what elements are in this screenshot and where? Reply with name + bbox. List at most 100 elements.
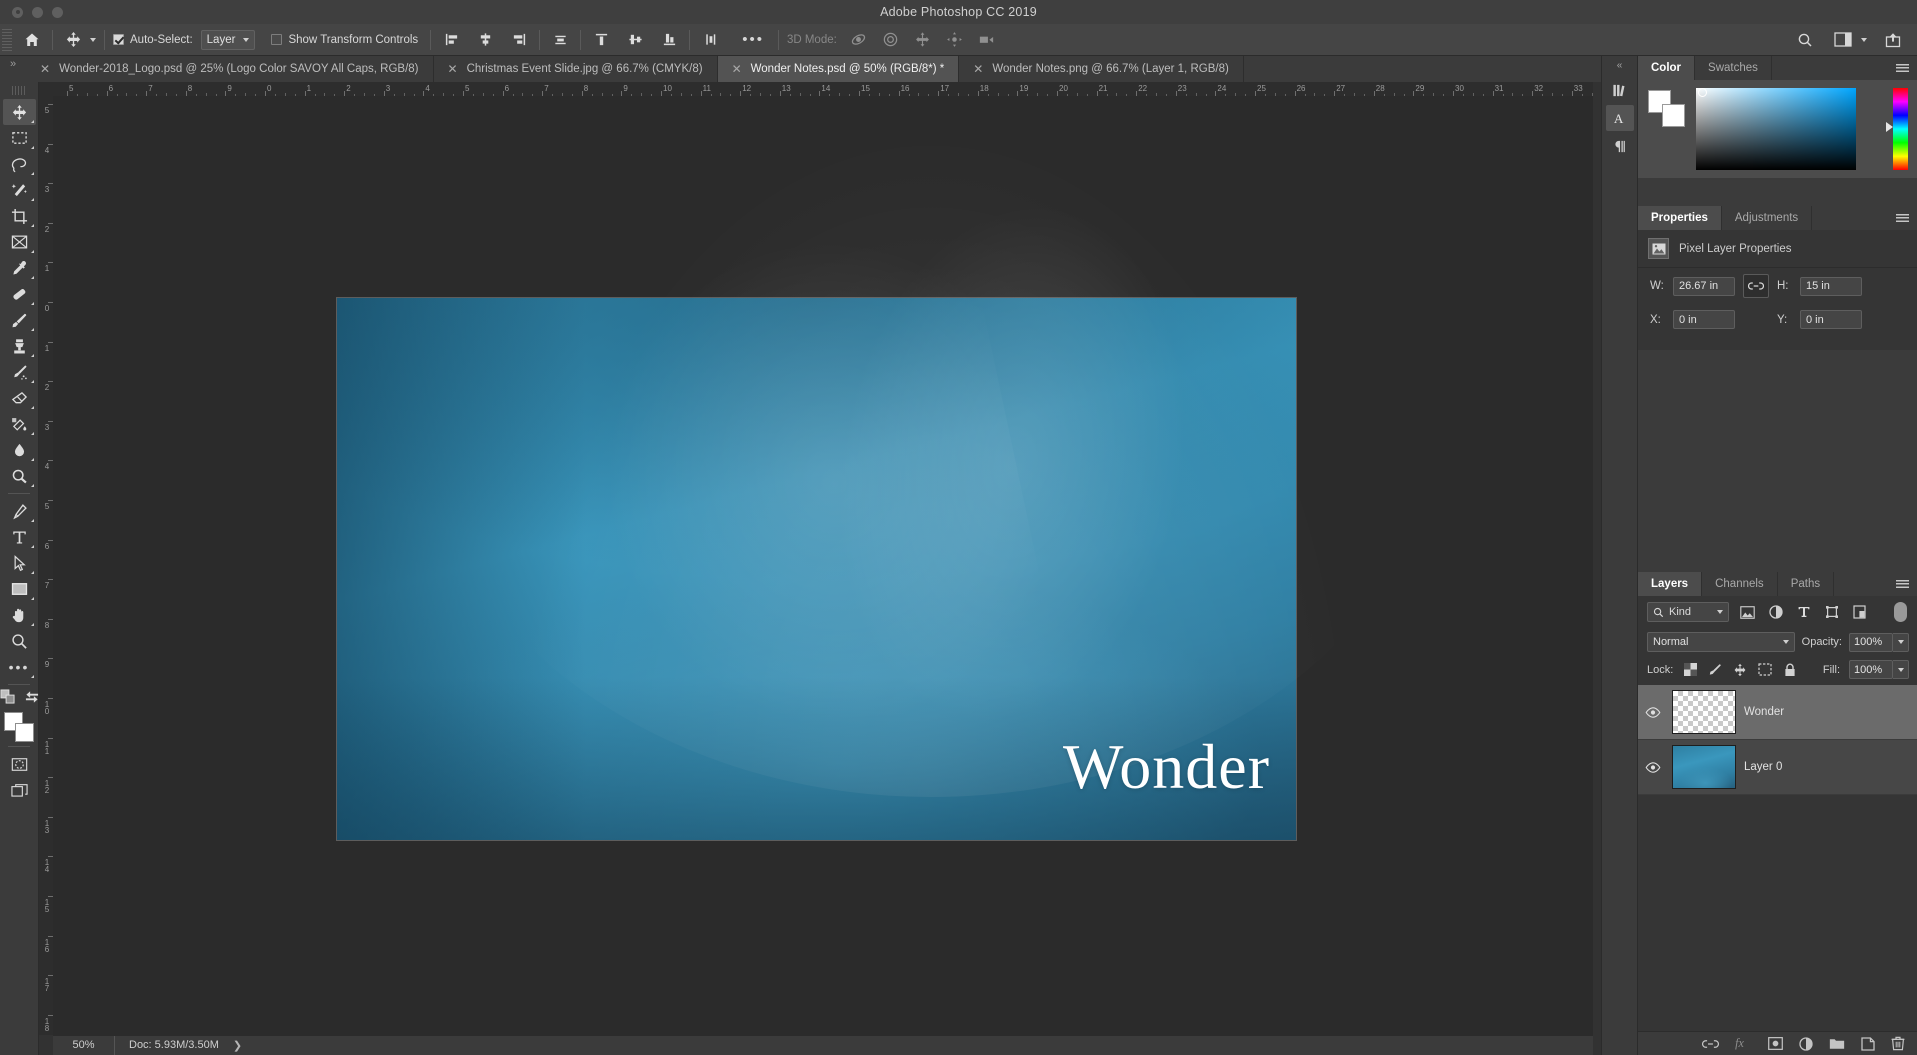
move-tool-icon[interactable] [61,28,85,52]
layer-style-fx-icon[interactable]: fx [1735,1037,1752,1050]
clone-stamp-tool[interactable] [3,333,36,359]
rectangle-tool[interactable] [3,576,36,602]
filter-adjustment-icon[interactable] [1766,603,1785,622]
slide-3d-icon[interactable] [943,28,967,52]
distribute-horizontal-icon[interactable] [548,28,572,52]
chevron-right-icon[interactable]: ❯ [233,1039,242,1052]
align-top-edges-icon[interactable] [589,28,613,52]
opacity-stepper[interactable] [1893,632,1909,652]
document-tab-3[interactable]: ✕ Wonder Notes.png @ 66.7% (Layer 1, RGB… [959,56,1244,82]
lasso-tool[interactable] [3,151,36,177]
background-color-swatch[interactable] [1662,104,1685,127]
color-panel-swatches[interactable] [1648,90,1686,127]
spot-healing-brush-tool[interactable] [3,281,36,307]
layers-panel-menu-button[interactable] [1887,572,1917,596]
gradient-tool[interactable] [3,411,36,437]
close-icon[interactable]: ✕ [448,62,458,76]
document-tab-0[interactable]: ✕ Wonder-2018_Logo.psd @ 25% (Logo Color… [26,56,434,82]
color-field[interactable] [1696,88,1856,170]
tool-preset-caret-icon[interactable] [90,37,96,42]
tab-channels[interactable]: Channels [1702,572,1778,596]
zoom-camera-3d-icon[interactable] [975,28,999,52]
align-horizontal-centers-icon[interactable] [473,28,497,52]
pen-tool[interactable] [3,498,36,524]
tab-properties[interactable]: Properties [1638,206,1722,230]
tab-swatches[interactable]: Swatches [1695,56,1772,80]
height-field[interactable]: 15 in [1800,276,1862,296]
search-icon[interactable] [1793,28,1817,52]
align-bottom-edges-icon[interactable] [657,28,681,52]
tab-layers[interactable]: Layers [1638,572,1703,596]
eyedropper-tool[interactable] [3,255,36,281]
options-bar-grip[interactable] [2,28,12,51]
character-panel-icon[interactable]: A [1605,105,1634,131]
zoom-tool[interactable] [3,628,36,654]
auto-select-dropdown[interactable]: Layer [200,29,256,50]
link-layers-icon[interactable] [1702,1039,1719,1049]
paragraph-panel-icon[interactable] [1606,133,1634,159]
lock-all-icon[interactable] [1782,662,1798,678]
tab-paths[interactable]: Paths [1777,572,1835,596]
zoom-level[interactable]: 50% [53,1036,115,1055]
tools-panel-grip[interactable] [12,86,26,95]
fill-stepper[interactable] [1893,660,1909,679]
screen-mode-icon[interactable] [3,777,36,803]
layer-kind-filter[interactable]: Kind [1647,602,1729,622]
blend-mode-dropdown[interactable]: Normal [1647,632,1795,652]
layer-name[interactable]: Layer 0 [1744,761,1782,773]
path-selection-tool[interactable] [3,550,36,576]
x-field[interactable]: 0 in [1673,310,1735,329]
lock-image-icon[interactable] [1707,662,1723,678]
hue-slider[interactable] [1886,88,1908,170]
dodge-tool[interactable] [3,463,36,489]
filter-shape-icon[interactable] [1822,603,1841,622]
libraries-panel-icon[interactable] [1606,77,1634,103]
close-icon[interactable]: ✕ [973,62,983,76]
background-color-swatch[interactable] [15,723,34,742]
type-tool[interactable] [3,524,36,550]
tab-adjustments[interactable]: Adjustments [1721,206,1813,230]
edit-toolbar-button[interactable]: ••• [3,654,36,680]
filter-pixel-icon[interactable] [1738,603,1757,622]
show-transform-controls-checkbox[interactable] [271,34,283,45]
blur-tool[interactable] [3,437,36,463]
opacity-field[interactable]: 100% [1849,632,1893,652]
color-swatches[interactable] [4,712,34,742]
new-group-icon[interactable] [1829,1037,1845,1050]
pan-3d-icon[interactable] [911,28,935,52]
history-brush-tool[interactable] [3,359,36,385]
color-field-marker[interactable] [1698,88,1707,97]
panel-expand-chevrons-icon[interactable]: » [0,56,26,82]
orbit-3d-icon[interactable] [847,28,871,52]
color-panel-menu-button[interactable] [1887,56,1917,80]
document-tab-1[interactable]: ✕ Christmas Event Slide.jpg @ 66.7% (CMY… [433,56,718,82]
distribute-vertical-icon[interactable] [698,28,722,52]
roll-3d-icon[interactable] [879,28,903,52]
new-layer-icon[interactable] [1861,1036,1875,1051]
layer-name[interactable]: Wonder [1744,706,1784,718]
y-field[interactable]: 0 in [1800,310,1862,329]
magic-wand-tool[interactable] [3,177,36,203]
home-icon[interactable] [20,28,44,52]
add-layer-mask-icon[interactable] [1768,1037,1783,1050]
layer-visibility-toggle[interactable] [1642,761,1664,773]
new-adjustment-layer-icon[interactable] [1799,1036,1813,1051]
properties-panel-menu-button[interactable] [1887,206,1917,230]
swap-colors-icon[interactable] [25,690,39,709]
close-icon[interactable]: ✕ [732,62,742,76]
horizontal-ruler[interactable]: 5 6 7 8 9 0 1 2 3 4 5 6 7 8 9 10 11 12 13 14 15 16 17 18 19 20 21 2… [53,82,1593,96]
workspace-icon[interactable] [1831,28,1855,52]
move-tool[interactable] [2,99,36,125]
filter-smart-object-icon[interactable] [1850,603,1869,622]
tab-color[interactable]: Color [1638,56,1696,80]
layer-row-wonder[interactable]: Wonder [1638,685,1917,740]
rectangular-marquee-tool[interactable] [3,125,36,151]
filter-enable-toggle[interactable] [1894,602,1907,622]
auto-select-checkbox[interactable] [113,34,124,45]
share-icon[interactable] [1881,28,1905,52]
hand-tool[interactable] [3,602,36,628]
workspace-chevron-icon[interactable] [1861,37,1867,42]
eraser-tool[interactable] [3,385,36,411]
lock-position-icon[interactable] [1732,662,1748,678]
default-colors-icon[interactable] [0,689,15,709]
